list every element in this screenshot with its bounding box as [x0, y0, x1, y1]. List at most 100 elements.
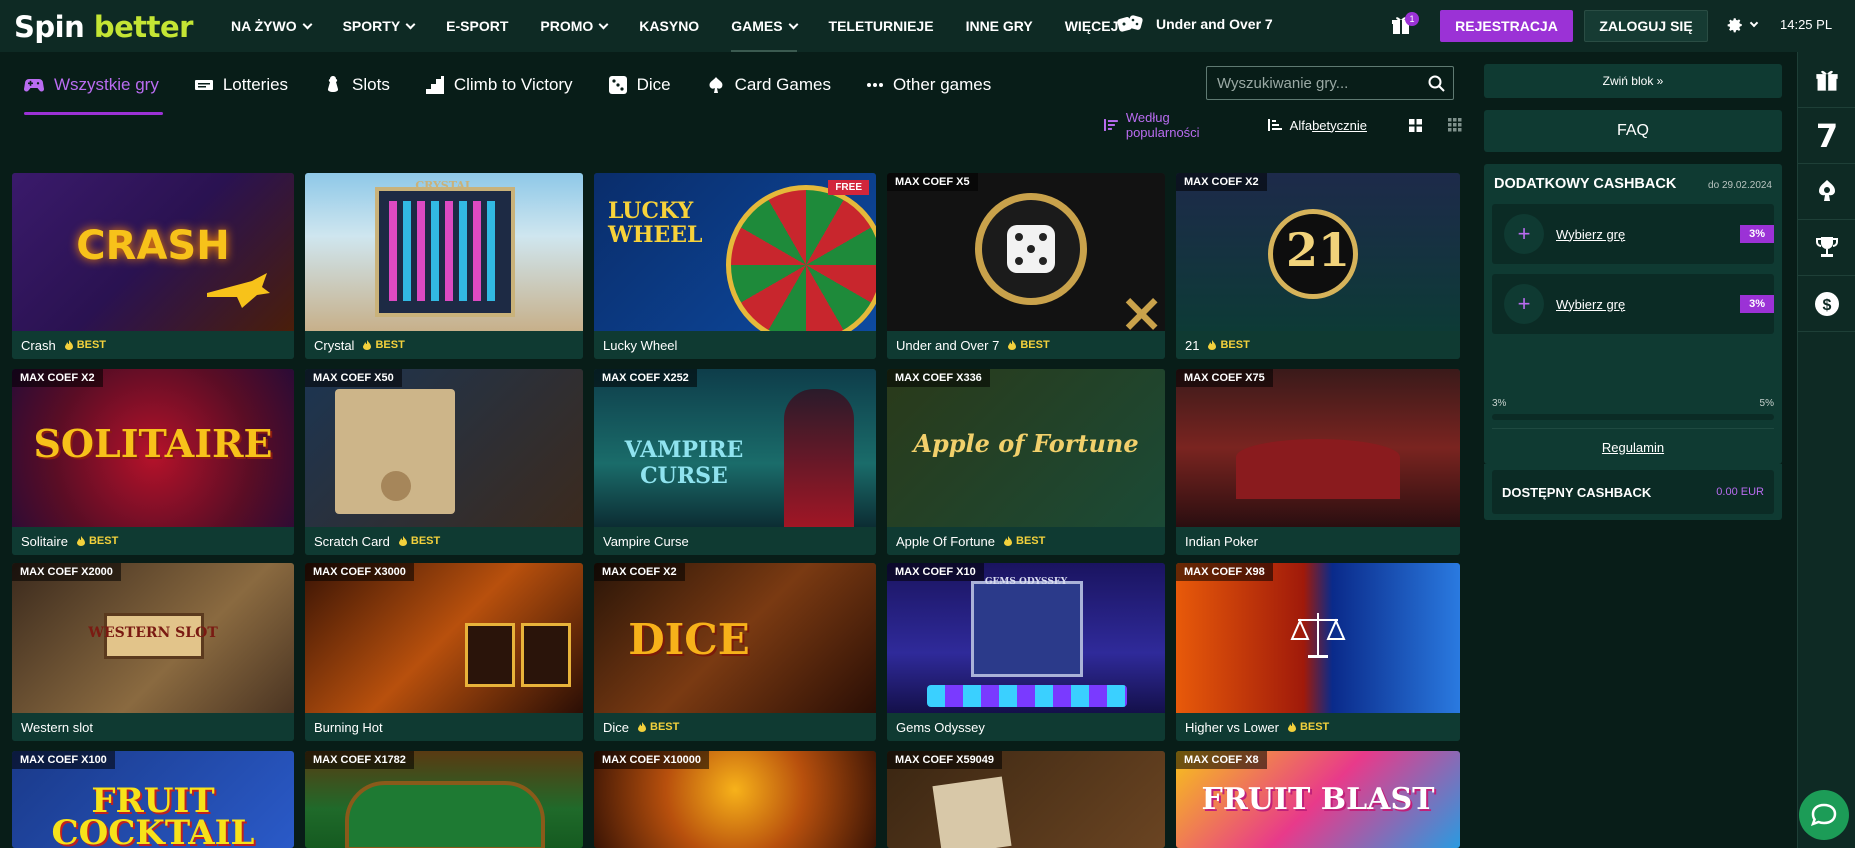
- max-coef-badge: MAX COEF X50: [305, 369, 402, 387]
- game-card[interactable]: LUCKY WHEEL FREE Lucky Wheel: [594, 173, 876, 359]
- flame-icon: [638, 722, 647, 732]
- dollar-coin-icon: $: [1815, 291, 1839, 316]
- language-code[interactable]: PL: [1816, 17, 1832, 32]
- game-card[interactable]: FRUIT BLAST MAX COEF X8: [1176, 751, 1460, 848]
- rail-tournaments[interactable]: [1798, 220, 1855, 276]
- tab-lotteries[interactable]: Lotteries: [194, 60, 289, 110]
- game-card[interactable]: MAX COEF X98 Higher vs Lower BEST: [1176, 563, 1460, 741]
- grid-small-icon[interactable]: [1448, 118, 1462, 132]
- game-card[interactable]: Apple of Fortune MAX COEF X336 Apple Of …: [887, 369, 1165, 555]
- max-coef-badge: MAX COEF X336: [887, 369, 990, 387]
- search-input[interactable]: [1207, 74, 1419, 92]
- nav-casino[interactable]: KASYNO: [639, 0, 699, 52]
- game-card[interactable]: MAX COEF X10000: [594, 751, 876, 848]
- sort-icon: [1267, 119, 1282, 131]
- nav-promo[interactable]: PROMO: [540, 0, 609, 52]
- cashback-game-slot[interactable]: + Wybierz grę 3%: [1492, 204, 1774, 264]
- flame-icon: [363, 340, 372, 350]
- tab-other-games[interactable]: Other games: [866, 60, 991, 110]
- logo-better: better: [93, 10, 194, 44]
- rail-cashback[interactable]: $: [1798, 276, 1855, 332]
- game-name: Burning Hot: [314, 719, 383, 735]
- nav-other-games[interactable]: INNE GRY: [966, 0, 1033, 52]
- grid-large-icon[interactable]: [1409, 118, 1422, 132]
- game-label: Burning Hot: [305, 713, 583, 741]
- game-name: Gems Odyssey: [896, 719, 985, 735]
- nav-tvgames-label: TELETURNIEJE: [828, 18, 934, 34]
- game-art-text: Apple of Fortune: [913, 429, 1139, 458]
- logo[interactable]: Spin better: [14, 10, 193, 44]
- cashback-game-slot[interactable]: + Wybierz grę 3%: [1492, 274, 1774, 334]
- game-card[interactable]: SOLITAIRE MAX COEF X2 Solitaire BEST: [12, 369, 294, 555]
- sort-by-popularity[interactable]: Według popularności: [1104, 110, 1246, 140]
- nav-games[interactable]: GAMES: [731, 0, 798, 52]
- faq-label: FAQ: [1616, 122, 1649, 139]
- game-art-text: WESTERN SLOT: [88, 625, 218, 641]
- game-art-text: FRUIT COCKTAIL: [51, 781, 255, 848]
- rail-poker[interactable]: [1798, 164, 1855, 220]
- nav-tvgames[interactable]: TELETURNIEJE: [829, 0, 934, 52]
- flame-icon: [1008, 340, 1017, 350]
- login-button[interactable]: ZALOGUJ SIĘ: [1584, 10, 1708, 42]
- game-label: Crystal BEST: [305, 331, 583, 359]
- game-card[interactable]: GEMS ODYSSEY MAX COEF X10 Gems Odyssey: [887, 563, 1165, 741]
- max-coef-badge: MAX COEF X5: [887, 173, 978, 191]
- tab-card-games[interactable]: Card Games: [707, 60, 831, 110]
- game-card[interactable]: FRUIT COCKTAIL MAX COEF X100: [12, 751, 294, 848]
- game-card[interactable]: MAX COEF X1782: [305, 751, 583, 848]
- rail-gift[interactable]: [1798, 52, 1855, 108]
- chat-button[interactable]: [1799, 790, 1849, 840]
- game-card[interactable]: CRASH Crash BEST: [12, 173, 294, 359]
- register-button[interactable]: REJESTRACJA: [1440, 10, 1573, 42]
- tab-climb-to-victory[interactable]: Climb to Victory: [425, 60, 573, 110]
- seven-icon: 7: [1815, 116, 1839, 155]
- sort-bar: Według popularności Alfa betycznie: [1104, 110, 1470, 140]
- collapse-block-button[interactable]: Zwiń blok »: [1484, 64, 1782, 98]
- nav-esport[interactable]: E-SPORT: [446, 0, 508, 52]
- choose-game-link[interactable]: Wybierz grę: [1556, 297, 1625, 312]
- game-card[interactable]: CRYSTAL Crystal BEST: [305, 173, 583, 359]
- tab-all-games[interactable]: Wszystkie gry: [24, 60, 163, 115]
- nav-sports[interactable]: SPORTY: [343, 0, 416, 52]
- game-card[interactable]: MAX COEF X3000 Burning Hot: [305, 563, 583, 741]
- rail-lucky-seven[interactable]: 7: [1798, 108, 1855, 164]
- settings-menu[interactable]: [1726, 16, 1759, 34]
- search-icon[interactable]: [1419, 75, 1453, 92]
- view-toggle: [1409, 118, 1470, 132]
- cashback-progress-bar: [1492, 414, 1774, 420]
- dice-icon: [1007, 225, 1055, 273]
- choose-game-link[interactable]: Wybierz grę: [1556, 227, 1625, 242]
- game-card[interactable]: DICE MAX COEF X2 Dice BEST: [594, 563, 876, 741]
- tab-dice[interactable]: Dice: [608, 60, 671, 110]
- featured-game-link[interactable]: Under and Over 7: [1116, 12, 1273, 36]
- game-card[interactable]: 21 MAX COEF X2 21 BEST: [1176, 173, 1460, 359]
- game-art-text: SOLITAIRE: [33, 421, 273, 466]
- tab-dice-label: Dice: [636, 75, 671, 94]
- sort-popularity-label: Według popularności: [1125, 110, 1200, 140]
- cashback-scale: 3% 5%: [1492, 398, 1774, 409]
- plane-icon: [207, 273, 270, 308]
- best-label: BEST: [1220, 339, 1250, 351]
- nav-live[interactable]: NA ŻYWO: [231, 0, 313, 52]
- game-thumbnail: [1176, 563, 1460, 713]
- max-coef-badge: MAX COEF X75: [1176, 369, 1273, 387]
- game-name: Higher vs Lower: [1185, 719, 1279, 735]
- tab-lotteries-label: Lotteries: [222, 75, 289, 94]
- plus-icon[interactable]: +: [1504, 284, 1544, 324]
- flame-icon: [1004, 536, 1012, 546]
- tab-slots[interactable]: Slots: [324, 60, 390, 110]
- game-card[interactable]: MAX COEF X75 Indian Poker: [1176, 369, 1460, 555]
- flame-icon: [1287, 722, 1296, 732]
- game-card[interactable]: MAX COEF X50 Scratch Card BEST: [305, 369, 583, 555]
- game-card[interactable]: × MAX COEF X5 Under and Over 7 BEST: [887, 173, 1165, 359]
- game-card[interactable]: VAMPIRE CURSE MAX COEF X252 Vampire Curs…: [594, 369, 876, 555]
- max-coef-badge: MAX COEF X252: [594, 369, 697, 387]
- plus-icon[interactable]: +: [1504, 214, 1544, 254]
- faq-button[interactable]: FAQ: [1484, 110, 1782, 152]
- game-name: Solitaire: [21, 533, 68, 549]
- terms-link[interactable]: Regulamin: [1484, 440, 1782, 455]
- game-label: Crash BEST: [12, 331, 294, 359]
- game-card[interactable]: MAX COEF X59049: [887, 751, 1165, 848]
- game-card[interactable]: WESTERN SLOT MAX COEF X2000 Western slot: [12, 563, 294, 741]
- sort-alphabetical[interactable]: Alfa betycznie: [1267, 118, 1367, 133]
